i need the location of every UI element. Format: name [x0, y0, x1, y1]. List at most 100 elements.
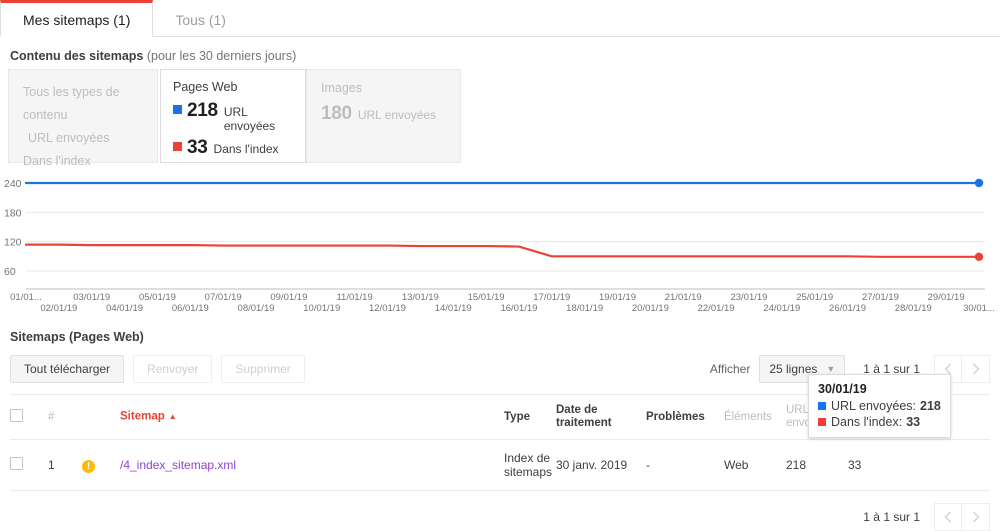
- row-checkbox[interactable]: [10, 457, 23, 470]
- series-endpoint-submitted: [974, 178, 984, 188]
- row-number: 1: [48, 439, 82, 491]
- row-select-cell: [10, 439, 48, 491]
- column-problems[interactable]: Problèmes: [646, 394, 724, 440]
- card-images-submitted-label: URL envoyées: [357, 108, 437, 122]
- chevron-right-icon: [972, 363, 979, 375]
- column-processing-date[interactable]: Date de traitement: [556, 394, 646, 440]
- x-axis-tick-label: 18/01/19: [566, 303, 603, 314]
- y-axis-tick-label: 180: [4, 207, 22, 219]
- card-pages-web-submitted-label: URL envoyées: [223, 105, 276, 133]
- card-pages-web-submitted: 218 URL envoyées: [173, 100, 293, 133]
- row-type: Index de sitemaps: [504, 439, 556, 491]
- x-axis-tick-label: 24/01/19: [763, 303, 800, 314]
- chevron-left-icon: [944, 511, 951, 523]
- tab-mes-sitemaps[interactable]: Mes sitemaps (1): [0, 0, 154, 37]
- x-axis-tick-label: 06/01/19: [172, 303, 209, 314]
- series-line-indexed: [24, 243, 981, 258]
- column-elements[interactable]: Éléments: [724, 394, 786, 440]
- download-all-button[interactable]: Tout télécharger: [10, 355, 125, 383]
- tooltip-row-indexed: Dans l'index: 33: [818, 414, 941, 430]
- next-page-button[interactable]: [962, 355, 990, 383]
- resubmit-button[interactable]: Renvoyer: [133, 355, 213, 383]
- x-axis-tick-label: 19/01/19: [599, 292, 636, 303]
- tooltip-swatch-indexed-icon: [818, 418, 826, 426]
- delete-button[interactable]: Supprimer: [221, 355, 305, 383]
- tab-mes-sitemaps-label: Mes sitemaps (1): [23, 11, 131, 28]
- row-processing-date: 30 janv. 2019: [556, 439, 646, 491]
- select-all-header: [10, 394, 48, 440]
- x-axis-tick-label: 09/01/19: [270, 292, 307, 303]
- x-axis-tick-label: 29/01/19: [928, 292, 965, 303]
- card-pages-web-title: Pages Web: [173, 80, 238, 94]
- content-section-title: Contenu des sitemaps: [10, 49, 144, 63]
- sitemap-chart[interactable]: 60 120 180 240 01/01... 02/01/19 03/01/19 04/01…: [0, 171, 1000, 438]
- x-axis-tick-label: 05/01/19: [139, 292, 176, 303]
- sitemaps-table-title: Sitemaps (Pages Web): [10, 330, 144, 344]
- x-axis-tick-label: 26/01/19: [829, 303, 866, 314]
- column-number[interactable]: #: [48, 394, 82, 440]
- x-axis-tick-label: 27/01/19: [862, 292, 899, 303]
- x-axis-tick-label: 20/01/19: [632, 303, 669, 314]
- card-pages-web-submitted-value: 218: [187, 100, 218, 121]
- tooltip-submitted-label: URL envoyées:: [831, 399, 916, 413]
- legend-swatch-submitted-icon: [173, 105, 182, 114]
- x-axis-tick-label: 11/01/19: [336, 292, 372, 303]
- series-endpoint-indexed: [974, 252, 984, 262]
- table-row[interactable]: 1 ! /4_index_sitemap.xml Index de sitema…: [10, 439, 990, 491]
- card-all-types-indexed-label: Dans l'index: [23, 154, 91, 168]
- column-type[interactable]: Type: [504, 394, 556, 440]
- card-pages-web-indexed-label: Dans l'index: [213, 142, 279, 156]
- x-axis-tick-label: 30/01...: [963, 303, 995, 314]
- chevron-right-icon: [972, 511, 979, 523]
- x-axis-tick-label: 02/01/19: [40, 303, 77, 314]
- card-all-types-submitted-label: URL envoyées: [28, 131, 110, 145]
- x-axis-tick-label: 22/01/19: [698, 303, 735, 314]
- warning-icon: !: [82, 459, 95, 473]
- chevron-down-icon: ▼: [826, 363, 836, 374]
- tab-tous-label: Tous (1): [175, 11, 226, 28]
- card-images-submitted-value: 180: [321, 103, 352, 124]
- card-all-types-title: Tous les types de contenu: [23, 85, 120, 122]
- chart-tooltip: 30/01/19 URL envoyées: 218 Dans l'index:…: [808, 374, 951, 438]
- tooltip-date: 30/01/19: [818, 382, 867, 396]
- card-images-submitted: 180 URL envoyées: [321, 103, 446, 125]
- content-type-cards: Tous les types de contenu URL envoyées D…: [0, 69, 1000, 168]
- row-status-cell: !: [82, 439, 120, 491]
- content-section-subtitle: (pour les 30 derniers jours): [146, 49, 297, 63]
- afficher-label: Afficher: [709, 362, 751, 376]
- x-axis-tick-label: 25/01/19: [796, 292, 833, 303]
- column-sitemap[interactable]: Sitemap ▲: [120, 394, 504, 440]
- tab-tous[interactable]: Tous (1): [153, 0, 248, 36]
- card-images[interactable]: Images 180 URL envoyées: [306, 69, 461, 163]
- next-page-button-bottom[interactable]: [962, 503, 990, 531]
- card-pages-web-indexed: 33 Dans l'index: [173, 137, 293, 159]
- x-axis-tick-label: 12/01/19: [369, 303, 406, 314]
- prev-page-button-bottom[interactable]: [934, 503, 962, 531]
- table-pager-bottom: 1 à 1 sur 1: [10, 503, 990, 531]
- card-pages-web[interactable]: Pages Web 218 URL envoyées 33 Dans l'ind…: [160, 69, 306, 163]
- pager-range-bottom: 1 à 1 sur 1: [863, 510, 920, 524]
- sitemap-link[interactable]: /4_index_sitemap.xml: [120, 458, 236, 472]
- x-axis-tick-label: 23/01/19: [730, 292, 767, 303]
- row-sitemap-cell: /4_index_sitemap.xml: [120, 439, 504, 491]
- x-axis-tick-label: 13/01/19: [402, 292, 439, 303]
- tabs-bar: Mes sitemaps (1) Tous (1): [0, 0, 1000, 37]
- chart-canvas: 60 120 180 240 01/01...02/01/1903/01/1904/01…: [4, 178, 995, 314]
- select-all-checkbox[interactable]: [10, 408, 23, 422]
- x-axis-tick-label: 04/01/19: [106, 303, 143, 314]
- x-axis-tick-label: 14/01/19: [435, 303, 472, 314]
- x-axis-tick-label: 08/01/19: [238, 303, 275, 314]
- column-status: [82, 394, 120, 440]
- tooltip-indexed-label: Dans l'index:: [831, 415, 903, 429]
- card-images-title: Images: [321, 81, 362, 95]
- x-axis-tick-label: 07/01/19: [205, 292, 242, 303]
- tooltip-indexed-value: 33: [906, 415, 921, 429]
- y-axis-tick-label: 240: [4, 178, 22, 190]
- x-axis-tick-label: 15/01/19: [468, 292, 505, 303]
- y-axis-tick-label: 120: [4, 237, 22, 249]
- content-section-header: Contenu des sitemaps (pour les 30 dernie…: [0, 37, 1000, 69]
- legend-swatch-indexed-icon: [173, 142, 182, 151]
- card-all-content-types[interactable]: Tous les types de contenu URL envoyées D…: [8, 69, 158, 168]
- row-submitted-urls: 218: [786, 439, 848, 491]
- tooltip-submitted-value: 218: [920, 399, 941, 413]
